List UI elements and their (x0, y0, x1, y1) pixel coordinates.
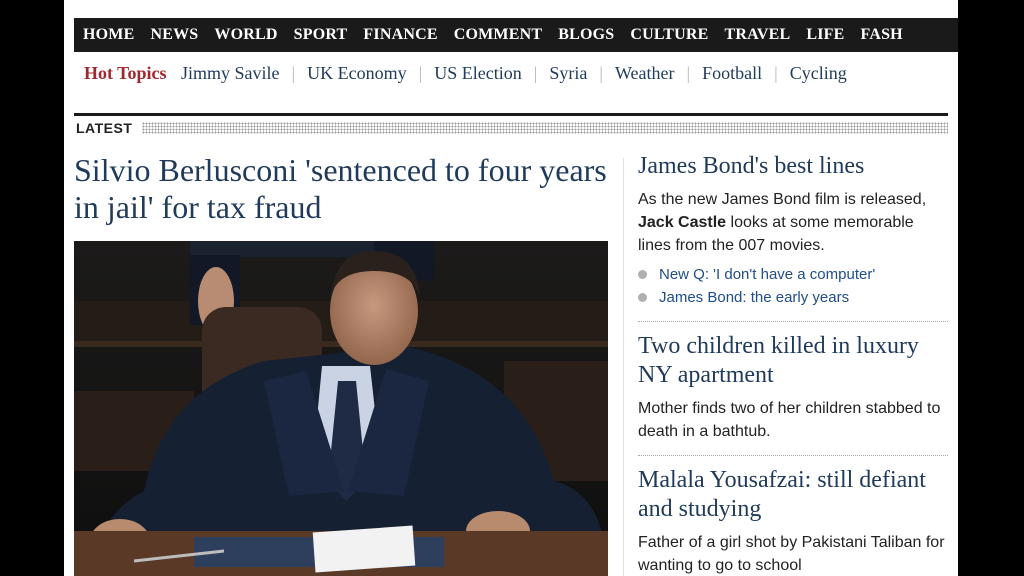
story-title[interactable]: James Bond's best lines (638, 152, 948, 181)
hot-topic-jimmy-savile[interactable]: Jimmy Savile (181, 63, 280, 83)
nav-news[interactable]: NEWS (150, 18, 198, 52)
author-name[interactable]: Jack Castle (638, 214, 726, 231)
sidebar-story: James Bond's best lines As the new James… (638, 152, 948, 309)
related-links: New Q: 'I don't have a computer' James B… (638, 263, 948, 309)
dotted-rule (142, 122, 948, 134)
hot-topic-cycling[interactable]: Cycling (790, 63, 847, 83)
section-rule (74, 113, 948, 116)
separator: | (418, 63, 423, 83)
summary-text: As the new James Bond film is released, (638, 191, 927, 208)
sidebar-story: Malala Yousafzai: still defiant and stud… (638, 466, 948, 576)
nav-world[interactable]: WORLD (214, 18, 277, 52)
bullet-icon (638, 292, 647, 302)
hot-topic-uk-economy[interactable]: UK Economy (307, 63, 406, 83)
story-summary: As the new James Bond film is released, … (638, 188, 948, 257)
hot-topic-weather[interactable]: Weather (615, 63, 675, 83)
hot-topics-label: Hot Topics (84, 63, 167, 83)
hot-topics-bar: Hot Topics Jimmy Savile | UK Economy | US El… (84, 58, 958, 88)
related-link-text[interactable]: James Bond: the early years (659, 289, 849, 306)
main-story-photo[interactable] (74, 241, 608, 576)
separator: | (599, 63, 603, 83)
main-story-headline[interactable]: Silvio Berlusconi 'sentenced to four yea… (74, 152, 614, 226)
separator: | (291, 63, 296, 83)
main-navigation: HOME NEWS WORLD SPORT FINANCE COMMENT BLOGS CUL… (74, 18, 958, 52)
separator: | (686, 63, 691, 83)
separator: | (774, 63, 778, 83)
nav-blogs[interactable]: BLOGS (558, 18, 614, 52)
story-divider (638, 321, 948, 322)
nav-life[interactable]: LIFE (806, 18, 844, 52)
nav-finance[interactable]: FINANCE (363, 18, 437, 52)
latest-label: LATEST (76, 118, 139, 138)
nav-fashion[interactable]: FASH (861, 18, 903, 52)
nav-home[interactable]: HOME (83, 18, 134, 52)
story-title[interactable]: Two children killed in luxury NY apartme… (638, 332, 948, 390)
story-summary: Father of a girl shot by Pakistani Talib… (638, 534, 945, 574)
story-divider (638, 455, 948, 456)
sidebar-stories: James Bond's best lines As the new James… (638, 152, 948, 576)
nav-culture[interactable]: CULTURE (630, 18, 708, 52)
nav-travel[interactable]: TRAVEL (725, 18, 791, 52)
story-summary: Mother finds two of her children stabbed… (638, 400, 941, 440)
column-divider (623, 158, 624, 576)
parliament-photo-illustration (74, 241, 608, 576)
news-page: HOME NEWS WORLD SPORT FINANCE COMMENT BLOGS CUL… (64, 0, 958, 576)
hot-topic-syria[interactable]: Syria (549, 63, 587, 83)
nav-comment[interactable]: COMMENT (454, 18, 543, 52)
nav-sport[interactable]: SPORT (294, 18, 348, 52)
hot-topic-football[interactable]: Football (702, 63, 762, 83)
related-link[interactable]: New Q: 'I don't have a computer' (638, 263, 948, 286)
sidebar-story: Two children killed in luxury NY apartme… (638, 332, 948, 443)
latest-bar: LATEST (74, 118, 948, 138)
story-title[interactable]: Malala Yousafzai: still defiant and stud… (638, 466, 948, 524)
separator: | (533, 63, 538, 83)
related-link[interactable]: James Bond: the early years (638, 286, 948, 309)
hot-topic-us-election[interactable]: US Election (434, 63, 522, 83)
related-link-text[interactable]: New Q: 'I don't have a computer' (659, 266, 875, 283)
bullet-icon (638, 269, 647, 279)
